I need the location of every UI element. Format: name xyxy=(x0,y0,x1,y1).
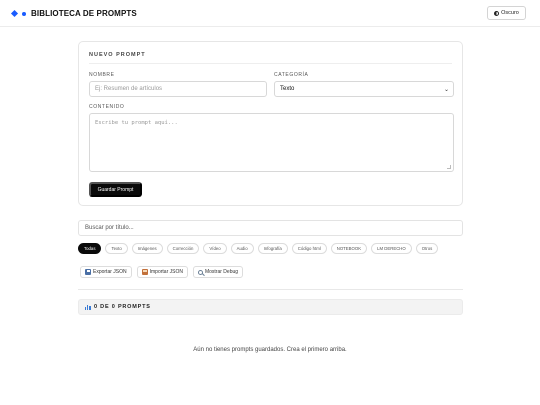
inbox-tray-icon xyxy=(141,269,148,275)
content-placeholder: Escribe tu prompt aquí... xyxy=(95,120,178,126)
import-json-button[interactable]: Importar JSON xyxy=(136,266,188,278)
filter-chip-video[interactable]: Vídeo xyxy=(203,243,227,254)
show-debug-button[interactable]: Mostrar Debug xyxy=(192,266,244,278)
new-prompt-title: NUEVO PROMPT xyxy=(89,52,146,58)
filter-chip-todas[interactable]: Todas xyxy=(78,243,102,254)
resize-handle-icon[interactable] xyxy=(447,165,451,169)
new-prompt-card: NUEVO PROMPT NOMBRE Ej: Resumen de artíc… xyxy=(78,41,463,206)
name-input[interactable]: Ej: Resumen de artículos xyxy=(89,81,267,97)
empty-state-message: Aún no tienes prompts guardados. Crea el… xyxy=(193,347,347,353)
category-selected-value: Texto xyxy=(280,86,295,92)
filter-chip-codigo-html[interactable]: Código html xyxy=(291,243,327,254)
data-actions: Exportar JSON Importar JSON Mostrar Debu… xyxy=(80,266,244,278)
theme-toggle-label: Oscuro xyxy=(501,10,519,16)
show-debug-label: Mostrar Debug xyxy=(204,269,239,275)
card-divider xyxy=(89,63,452,64)
filter-chip-imagenes[interactable]: Imágenes xyxy=(131,243,163,254)
search-input[interactable]: Buscar por título... xyxy=(78,220,463,236)
content-textarea[interactable]: Escribe tu prompt aquí... xyxy=(89,113,454,172)
content-label: CONTENIDO xyxy=(89,104,125,110)
dot-logo-icon xyxy=(22,11,26,16)
chevron-down-icon: ⌄ xyxy=(443,86,449,93)
filter-chip-lm-derecho[interactable]: LM DERECHO xyxy=(371,243,412,254)
filter-chip-texto[interactable]: Texto xyxy=(105,243,128,254)
prompt-count: 0 DE 0 PROMPTS xyxy=(94,304,151,310)
top-bar: BIBLIOTECA DE PROMPTS Oscuro xyxy=(0,0,540,27)
prompt-count-bar: 0 DE 0 PROMPTS xyxy=(78,299,463,315)
import-json-label: Importar JSON xyxy=(149,269,183,275)
section-divider xyxy=(78,289,463,290)
filter-chip-infografia[interactable]: Infografía xyxy=(257,243,288,254)
app-title: BIBLIOTECA DE PROMPTS xyxy=(31,9,137,18)
bar-chart-icon xyxy=(85,304,91,310)
save-prompt-button[interactable]: Guardar Prompt xyxy=(89,182,142,197)
category-select[interactable]: Texto ⌄ xyxy=(274,81,454,97)
export-json-label: Exportar JSON xyxy=(93,269,127,275)
magnifier-icon xyxy=(197,269,203,275)
floppy-disk-icon xyxy=(85,269,91,275)
filter-chip-otros[interactable]: Otros xyxy=(415,243,439,254)
name-input-placeholder: Ej: Resumen de artículos xyxy=(95,86,163,92)
export-json-button[interactable]: Exportar JSON xyxy=(80,266,132,278)
contrast-icon xyxy=(494,10,500,16)
filter-chip-notebook[interactable]: NOTEBOOK xyxy=(330,243,368,254)
name-label: NOMBRE xyxy=(89,72,115,78)
diamond-logo-icon xyxy=(10,9,19,18)
filter-chip-correccion[interactable]: Corrección xyxy=(166,243,200,254)
category-label: CATEGORÍA xyxy=(274,72,309,78)
brand: BIBLIOTECA DE PROMPTS xyxy=(10,8,137,19)
search-placeholder: Buscar por título... xyxy=(85,225,134,231)
filter-chip-audio[interactable]: Audio xyxy=(230,243,254,254)
theme-toggle-button[interactable]: Oscuro xyxy=(487,6,526,20)
category-filters: Todas Texto Imágenes Corrección Vídeo Au… xyxy=(78,243,439,255)
